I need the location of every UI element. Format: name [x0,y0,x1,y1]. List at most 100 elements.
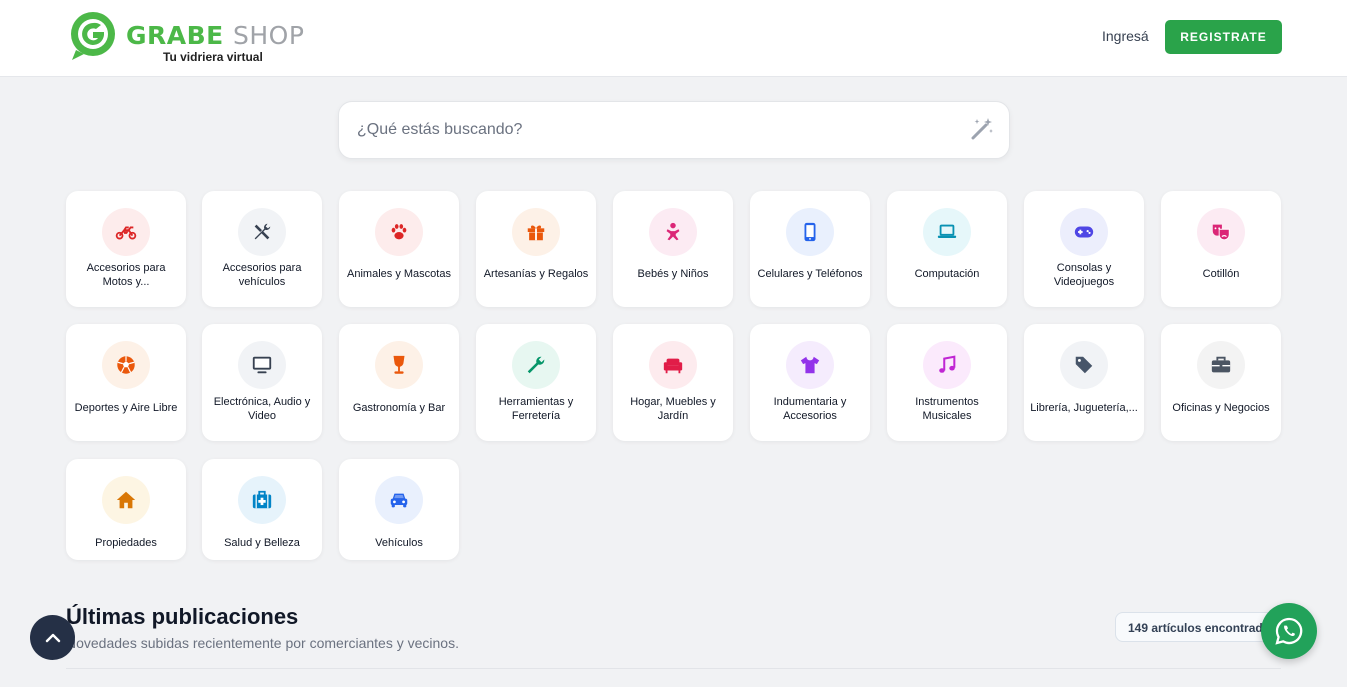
category-icon-circle [102,476,150,524]
logo[interactable]: GRABE SHOP Tu vidriera virtual [68,10,318,66]
couch-icon [663,358,683,374]
category-label: Electrónica, Audio y Video [213,396,311,422]
category-icon-circle [102,208,150,256]
category-card[interactable]: Computación [887,191,1007,307]
category-card[interactable]: Instrumentos Musicales [887,324,1007,441]
wrench-icon [527,356,545,374]
category-label: Bebés y Niños [637,268,709,280]
category-label: Herramientas y Ferretería [498,396,574,422]
category-icon-circle [923,208,971,256]
category-icon-circle [649,208,697,256]
search-input[interactable] [357,102,957,158]
briefcase-icon [1211,356,1231,373]
category-label: Deportes y Aire Libre [74,402,178,414]
tshirt-icon [800,356,820,374]
chevron-up-icon [45,633,60,642]
logo-title: GRABE SHOP [126,21,305,50]
category-card[interactable]: Oficinas y Negocios [1161,324,1281,441]
category-label: Salud y Belleza [224,537,300,549]
category-card[interactable]: Artesanías y Regalos [476,191,596,307]
category-label: Accesorios para vehículos [222,262,302,288]
category-label: Celulares y Teléfonos [757,268,863,280]
category-label: Hogar, Muebles y Jardín [630,396,716,422]
category-icon-circle [375,208,423,256]
category-icon-circle [1060,208,1108,256]
category-card[interactable]: Indumentaria y Accesorios [750,324,870,441]
category-label: Librería, Juguetería,... [1030,402,1138,414]
category-card[interactable]: Deportes y Aire Libre [66,324,186,441]
category-card[interactable]: Cotillón [1161,191,1281,307]
category-icon-circle [786,341,834,389]
category-label: Vehículos [375,537,423,549]
magic-wand-icon[interactable] [969,116,995,142]
category-label: Computación [914,268,980,280]
category-label: Gastronomía y Bar [352,402,446,414]
scroll-top-button[interactable] [30,615,75,660]
masks-icon [1212,224,1230,241]
category-label: Propiedades [95,537,157,549]
category-icon-circle [1197,341,1245,389]
category-label: Animales y Mascotas [347,268,451,280]
category-card[interactable]: Electrónica, Audio y Video [202,324,322,441]
laptop-icon [937,224,957,238]
login-link[interactable]: Ingresá [1102,28,1149,44]
results-count-badge: 149 artículos encontrados [1115,612,1275,642]
category-card[interactable]: Propiedades [66,459,186,560]
category-card[interactable]: Gastronomía y Bar [339,324,459,441]
category-icon-circle [238,208,286,256]
ball-icon [117,356,135,374]
gift-icon [527,225,545,241]
category-card[interactable]: Bebés y Niños [613,191,733,307]
category-card[interactable]: Salud y Belleza [202,459,322,560]
category-card[interactable]: Herramientas y Ferretería [476,324,596,441]
category-label: Consolas y Videojuegos [1053,262,1115,288]
category-card[interactable]: Consolas y Videojuegos [1024,191,1144,307]
tag-icon [1075,356,1093,374]
category-icon-circle [238,341,286,389]
search-box [338,101,1010,159]
paw-icon [391,224,407,240]
category-icon-circle [512,341,560,389]
whatsapp-button[interactable] [1261,603,1317,659]
house-icon [116,491,136,509]
category-icon-circle [512,208,560,256]
category-card[interactable]: Celulares y Teléfonos [750,191,870,307]
category-label: Oficinas y Negocios [1172,402,1270,414]
category-label: Indumentaria y Accesorios [773,396,847,422]
category-label: Instrumentos Musicales [915,396,979,422]
category-icon-circle [923,341,971,389]
wine-glass-icon [393,355,405,374]
category-icon-circle [786,208,834,256]
category-icon-circle [102,341,150,389]
phone-icon [804,222,816,242]
section-subtitle: Novedades subidas recientemente por come… [66,635,459,651]
category-icon-circle [375,341,423,389]
category-icon-circle [1060,341,1108,389]
music-icon [939,355,956,373]
section-title: Últimas publicaciones [66,604,299,629]
category-icon-circle [1197,208,1245,256]
category-icon-circle [238,476,286,524]
category-label: Artesanías y Regalos [483,268,589,280]
tv-icon [252,356,272,374]
medkit-icon [252,490,272,509]
category-card[interactable]: Hogar, Muebles y Jardín [613,324,733,441]
category-card[interactable]: Animales y Mascotas [339,191,459,307]
car-icon [390,493,408,508]
gamepad-icon [1074,226,1094,238]
category-card[interactable]: Librería, Juguetería,... [1024,324,1144,441]
category-icon-circle [375,476,423,524]
category-icon-circle [649,341,697,389]
tools-icon [254,223,271,240]
category-label: Cotillón [1202,268,1240,280]
register-button[interactable]: REGISTRATE [1165,20,1282,54]
category-card[interactable]: Accesorios para vehículos [202,191,322,307]
divider [66,668,1281,669]
baby-icon [666,222,680,241]
category-card[interactable]: Accesorios para Motos y... [66,191,186,307]
logo-icon [71,12,115,60]
whatsapp-icon [1275,617,1303,645]
category-card[interactable]: Vehículos [339,459,459,560]
category-label: Accesorios para Motos y... [86,262,166,288]
motorcycle-icon [115,226,137,240]
